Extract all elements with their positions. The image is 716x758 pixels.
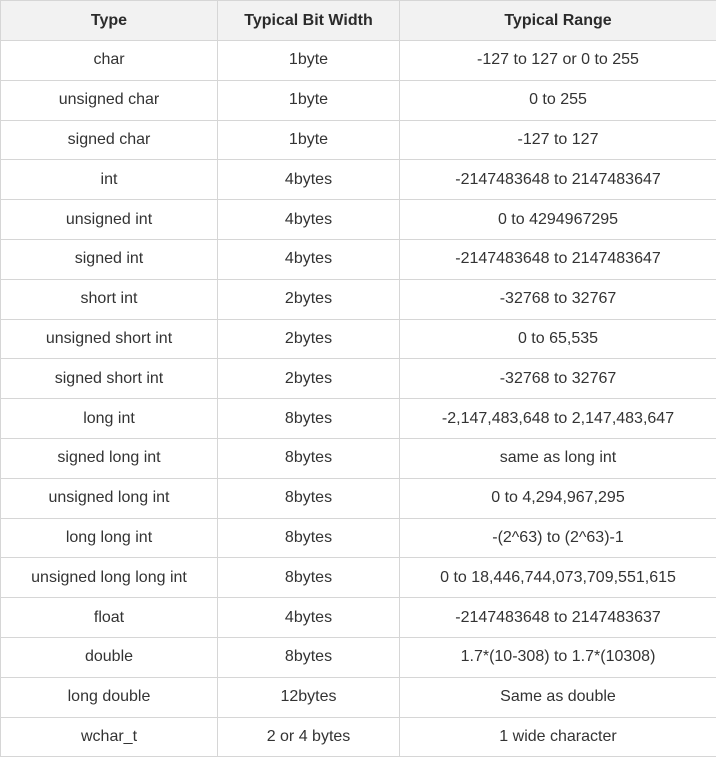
cell-type: unsigned long long int — [0, 557, 218, 599]
cell-range: 0 to 4,294,967,295 — [399, 477, 716, 519]
cell-bit-width: 8bytes — [217, 398, 400, 439]
table-row: wchar_t 2 or 4 bytes 1 wide character — [0, 716, 716, 758]
cell-type: unsigned long int — [0, 477, 218, 519]
table-body: char 1byte -127 to 127 or 0 to 255 unsigned… — [0, 40, 716, 758]
column-header-bit-width: Typical Bit Width — [217, 0, 400, 41]
cell-type: int — [0, 159, 218, 201]
cell-range: 0 to 4294967295 — [399, 199, 716, 240]
cell-range: -127 to 127 or 0 to 255 — [399, 40, 716, 81]
cell-range: same as long int — [399, 437, 716, 479]
cell-bit-width: 4bytes — [217, 597, 400, 638]
cell-type: double — [0, 636, 218, 678]
column-header-type: Type — [0, 0, 218, 41]
table-row: double 8bytes 1.7*(10-308) to 1.7*(10308) — [0, 636, 716, 678]
table-row: long int 8bytes -2,147,483,648 to 2,147,48… — [0, 398, 716, 439]
table-row: int 4bytes -2147483648 to 2147483647 — [0, 159, 716, 201]
header-row: Type Typical Bit Width Typical Range — [0, 0, 716, 41]
cell-range: -2147483648 to 2147483647 — [399, 159, 716, 201]
cell-type: long int — [0, 398, 218, 439]
cell-range: 1 wide character — [399, 716, 716, 758]
cell-bit-width: 2bytes — [217, 318, 400, 360]
cell-bit-width: 1byte — [217, 79, 400, 121]
cell-type: unsigned char — [0, 79, 218, 121]
table-row: unsigned short int 2bytes 0 to 65,535 — [0, 318, 716, 360]
cell-type: signed long int — [0, 437, 218, 479]
data-types-table-container: Type Typical Bit Width Typical Range cha… — [0, 0, 716, 758]
cell-type: float — [0, 597, 218, 638]
cell-bit-width: 8bytes — [217, 517, 400, 559]
cell-bit-width: 8bytes — [217, 557, 400, 599]
cell-range: 0 to 18,446,744,073,709,551,615 — [399, 557, 716, 599]
cell-type: signed char — [0, 119, 218, 161]
table-row: signed long int 8bytes same as long int — [0, 437, 716, 479]
cell-type: signed short int — [0, 358, 218, 400]
cell-type: long long int — [0, 517, 218, 559]
cell-type: short int — [0, 278, 218, 320]
table-row: signed short int 2bytes -32768 to 32767 — [0, 358, 716, 400]
data-types-table: Type Typical Bit Width Typical Range cha… — [0, 0, 716, 758]
cell-type: wchar_t — [0, 716, 218, 758]
cell-range: 0 to 65,535 — [399, 318, 716, 360]
cell-bit-width: 2 or 4 bytes — [217, 716, 400, 758]
cell-type: unsigned int — [0, 199, 218, 240]
table-row: unsigned char 1byte 0 to 255 — [0, 79, 716, 121]
cell-type: char — [0, 40, 218, 81]
table-row: long double 12bytes Same as double — [0, 676, 716, 718]
cell-bit-width: 4bytes — [217, 199, 400, 240]
table-row: signed int 4bytes -2147483648 to 214748364… — [0, 238, 716, 280]
table-row: unsigned int 4bytes 0 to 4294967295 — [0, 199, 716, 240]
table-row: short int 2bytes -32768 to 32767 — [0, 278, 716, 320]
cell-bit-width: 4bytes — [217, 159, 400, 201]
cell-bit-width: 1byte — [217, 119, 400, 161]
cell-range: -127 to 127 — [399, 119, 716, 161]
cell-bit-width: 8bytes — [217, 477, 400, 519]
cell-range: -2147483648 to 2147483637 — [399, 597, 716, 638]
cell-range: 0 to 255 — [399, 79, 716, 121]
table-header: Type Typical Bit Width Typical Range — [0, 0, 716, 41]
table-row: signed char 1byte -127 to 127 — [0, 119, 716, 161]
cell-range: 1.7*(10-308) to 1.7*(10308) — [399, 636, 716, 678]
cell-range: -2,147,483,648 to 2,147,483,647 — [399, 398, 716, 439]
cell-bit-width: 2bytes — [217, 358, 400, 400]
cell-bit-width: 2bytes — [217, 278, 400, 320]
cell-range: -2147483648 to 2147483647 — [399, 238, 716, 280]
cell-range: -(2^63) to (2^63)-1 — [399, 517, 716, 559]
cell-bit-width: 12bytes — [217, 676, 400, 718]
cell-bit-width: 8bytes — [217, 437, 400, 479]
cell-range: Same as double — [399, 676, 716, 718]
cell-bit-width: 1byte — [217, 40, 400, 81]
cell-range: -32768 to 32767 — [399, 358, 716, 400]
cell-type: signed int — [0, 238, 218, 280]
cell-type: unsigned short int — [0, 318, 218, 360]
table-row: long long int 8bytes -(2^63) to (2^63)-1 — [0, 517, 716, 559]
table-row: unsigned long long int 8bytes 0 to 18,446,… — [0, 557, 716, 599]
table-row: unsigned long int 8bytes 0 to 4,294,967,29… — [0, 477, 716, 519]
cell-type: long double — [0, 676, 218, 718]
cell-range: -32768 to 32767 — [399, 278, 716, 320]
cell-bit-width: 4bytes — [217, 238, 400, 280]
table-row: float 4bytes -2147483648 to 2147483637 — [0, 597, 716, 638]
column-header-range: Typical Range — [399, 0, 716, 41]
cell-bit-width: 8bytes — [217, 636, 400, 678]
table-row: char 1byte -127 to 127 or 0 to 255 — [0, 40, 716, 81]
